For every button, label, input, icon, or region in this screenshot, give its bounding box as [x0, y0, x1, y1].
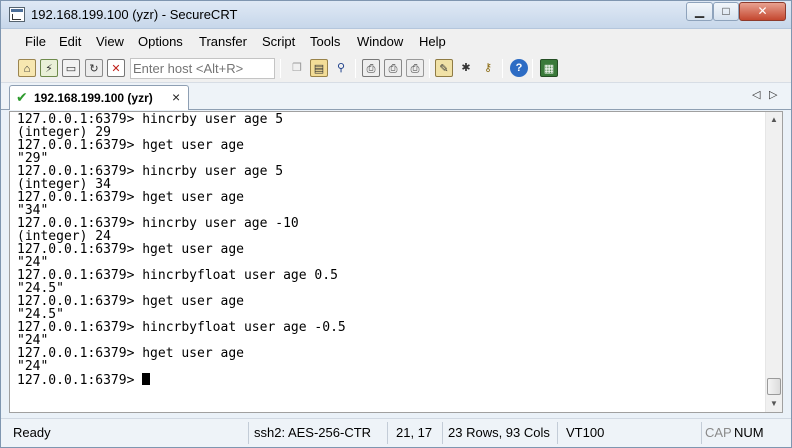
paste-icon[interactable]: ▤ — [310, 59, 328, 77]
status-separator — [442, 422, 443, 444]
terminal-line: 127.0.0.1:6379> hincrbyfloat user age 0.… — [17, 268, 338, 283]
toolbar-separator — [532, 59, 533, 78]
status-cursor-position: 21, 17 — [396, 425, 433, 440]
status-terminal-type: VT100 — [566, 425, 605, 440]
securecrt-window: 192.168.199.100 (yzr) - SecureCRT ▁ □ ✕ … — [0, 0, 792, 448]
menu-options[interactable]: Options — [138, 34, 183, 49]
title-bar: 192.168.199.100 (yzr) - SecureCRT ▁ □ ✕ — [1, 1, 791, 29]
status-num-lock: NUM — [734, 425, 764, 440]
session-tab-label: 192.168.199.100 (yzr) — [34, 91, 153, 105]
menu-transfer[interactable]: Transfer — [199, 34, 247, 49]
connect-icon[interactable]: ⌂ — [18, 59, 36, 77]
terminal-line: 127.0.0.1:6379> hget user age — [17, 242, 244, 257]
toolbar-separator — [502, 59, 503, 78]
status-separator — [387, 422, 388, 444]
tab-scroll-right-icon[interactable]: ▷ — [769, 88, 777, 101]
copy-icon[interactable]: ❐ — [288, 59, 306, 77]
status-ready: Ready — [13, 425, 51, 440]
session-tab[interactable]: ✔ 192.168.199.100 (yzr) × — [9, 85, 189, 110]
menu-file[interactable]: File — [25, 34, 46, 49]
global-options-icon[interactable]: ✱ — [457, 59, 475, 77]
reconnect-icon[interactable]: ↻ — [85, 59, 103, 77]
toolbar: ⌂ ⚡ ▭ ↻ ✕ ❐ ▤ ⚲ ⎙ ⎙ ⎙ ✎ ✱ ⚷ ? ▦ — [1, 54, 791, 83]
status-terminal-size: 23 Rows, 93 Cols — [448, 425, 550, 440]
terminal-area[interactable]: 127.0.0.1:6379> hincrby user age 5 (integ… — [9, 111, 783, 413]
session-tab-bar: ✔ 192.168.199.100 (yzr) × ◁ ▷ — [1, 83, 791, 110]
menu-window[interactable]: Window — [357, 34, 403, 49]
close-icon: ✕ — [757, 4, 768, 18]
session-options-icon[interactable]: ✎ — [435, 59, 453, 77]
status-separator — [248, 422, 249, 444]
terminal-output: 127.0.0.1:6379> hincrby user age 5 (integ… — [17, 112, 762, 387]
disconnect-icon[interactable]: ✕ — [107, 59, 125, 77]
menu-help[interactable]: Help — [419, 34, 446, 49]
print-setup-icon[interactable]: ⎙ — [406, 59, 424, 77]
terminal-line: 127.0.0.1:6379> hget user age — [17, 294, 244, 309]
connect-in-tab-icon[interactable]: ▭ — [62, 59, 80, 77]
quick-connect-icon[interactable]: ⚡ — [40, 59, 58, 77]
help-icon[interactable]: ? — [510, 59, 528, 77]
tab-scroll-left-icon[interactable]: ◁ — [752, 88, 760, 101]
find-icon[interactable]: ⚲ — [332, 59, 350, 77]
menu-view[interactable]: View — [96, 34, 124, 49]
connected-check-icon: ✔ — [16, 89, 28, 105]
toolbar-separator — [429, 59, 430, 78]
securecrt-app-icon[interactable] — [9, 7, 25, 22]
scroll-down-arrow-icon[interactable]: ▼ — [766, 396, 782, 412]
maximize-icon: □ — [722, 4, 730, 18]
terminal-line: 127.0.0.1:6379> hget user age — [17, 138, 244, 153]
menu-script[interactable]: Script — [262, 34, 295, 49]
status-separator — [557, 422, 558, 444]
terminal-line: 127.0.0.1:6379> hincrby user age -10 — [17, 216, 299, 231]
terminal-line: "24" — [17, 359, 49, 374]
scroll-up-arrow-icon[interactable]: ▲ — [766, 112, 782, 128]
close-button[interactable]: ✕ — [739, 2, 786, 21]
print-icon[interactable]: ⎙ — [362, 59, 380, 77]
terminal-cursor — [142, 373, 151, 385]
terminal-line: 127.0.0.1:6379> hincrby user age 5 — [17, 164, 284, 179]
toolbar-separator — [355, 59, 356, 78]
minimize-button[interactable]: ▁ — [686, 2, 713, 21]
tab-close-icon[interactable]: × — [172, 89, 180, 105]
terminal-line: 127.0.0.1:6379> hget user age — [17, 190, 244, 205]
window-title: 192.168.199.100 (yzr) - SecureCRT — [31, 7, 238, 22]
sftp-icon[interactable]: ▦ — [540, 59, 558, 77]
maximize-button[interactable]: □ — [713, 2, 739, 21]
minimize-icon: ▁ — [694, 4, 705, 18]
toolbar-separator — [280, 59, 281, 78]
scroll-thumb[interactable] — [767, 378, 781, 395]
print-selection-icon[interactable]: ⎙ — [384, 59, 402, 77]
status-bar: Ready ssh2: AES-256-CTR 21, 17 23 Rows, … — [1, 418, 791, 447]
enter-host-input[interactable] — [130, 58, 275, 79]
status-cipher: ssh2: AES-256-CTR — [254, 425, 372, 440]
menu-edit[interactable]: Edit — [59, 34, 81, 49]
keymap-icon[interactable]: ⚷ — [479, 59, 497, 77]
menu-bar: File Edit View Options Transfer Script T… — [1, 29, 791, 54]
terminal-line: 127.0.0.1:6379> — [17, 373, 762, 387]
terminal-line: 127.0.0.1:6379> hincrbyfloat user age -0… — [17, 320, 346, 335]
status-separator — [701, 422, 702, 444]
status-caps-lock: CAP — [705, 425, 732, 440]
terminal-line: 127.0.0.1:6379> hget user age — [17, 346, 244, 361]
terminal-line: 127.0.0.1:6379> hincrby user age 5 — [17, 112, 284, 127]
menu-tools[interactable]: Tools — [310, 34, 340, 49]
terminal-scrollbar[interactable]: ▲ ▼ — [765, 112, 782, 412]
